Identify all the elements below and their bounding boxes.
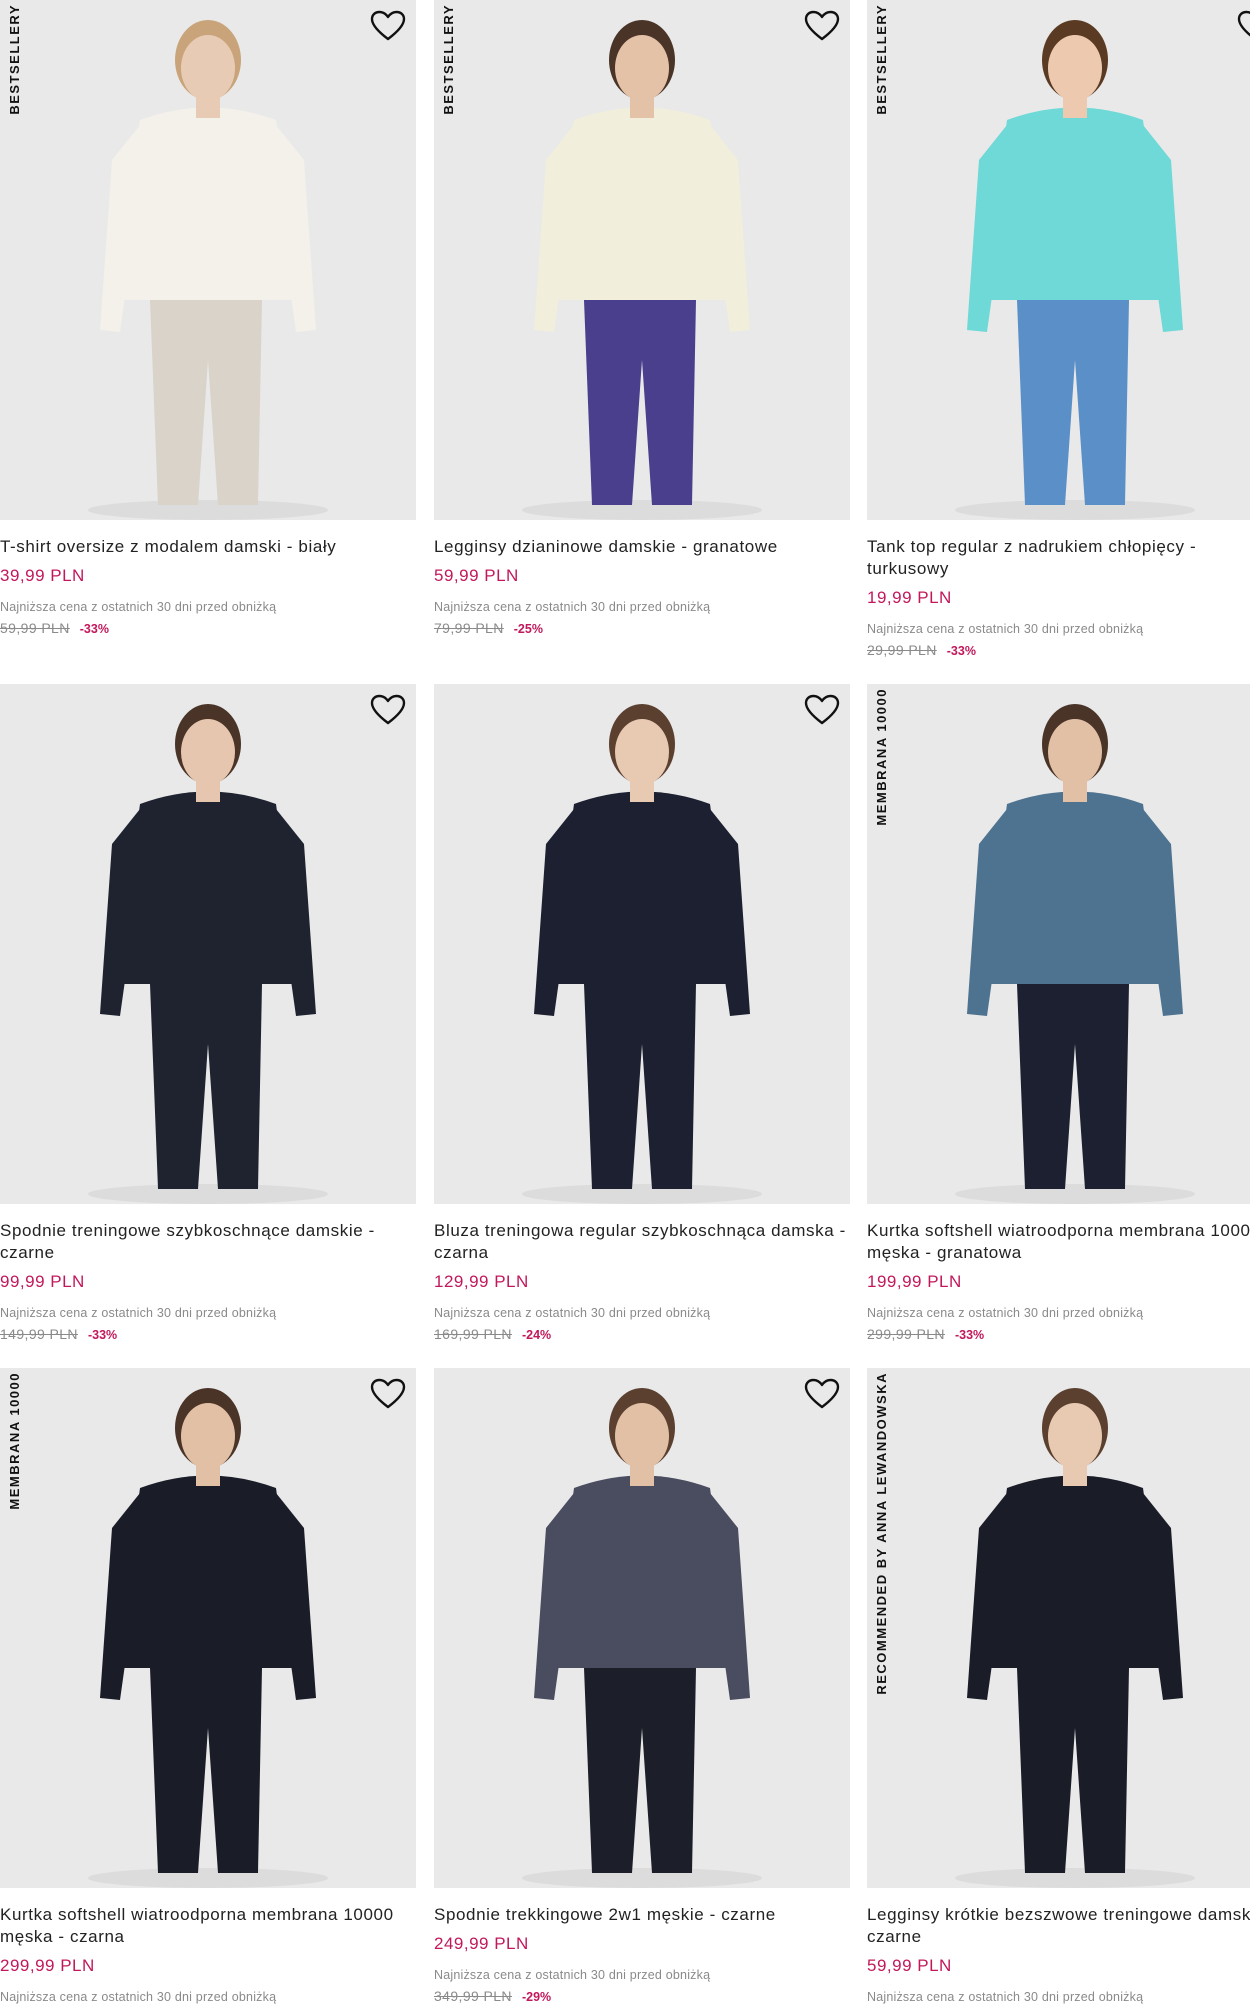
product-badge: RECOMMENDED BY ANNA LEWANDOWSKA (874, 1372, 889, 1695)
discount-badge: -24% (521, 1328, 552, 1342)
product-price: 199,99 PLN (867, 1272, 962, 1291)
product-image[interactable]: BESTSELLERY (867, 0, 1250, 520)
heart-outline-icon[interactable] (1237, 10, 1250, 42)
discount-badge: -33% (79, 622, 109, 636)
old-price: 149,99 PLN (0, 1326, 78, 1342)
product-price: 299,99 PLN (0, 1956, 95, 1975)
product-image[interactable]: BESTSELLERY (434, 0, 850, 520)
product-card[interactable]: RECOMMENDED BY ANNA LEWANDOWSKA Legginsy… (867, 1368, 1250, 2004)
model-photo (867, 684, 1250, 1204)
product-title[interactable]: Spodnie trekkingowe 2w1 męskie - czarne (434, 1904, 850, 1926)
lowest-price-note: Najniższa cena z ostatnich 30 dni przed … (0, 1990, 277, 2004)
product-image[interactable] (434, 684, 850, 1204)
model-photo (0, 0, 416, 520)
old-price-row: 149,99 PLN -33% (0, 1326, 416, 1342)
old-price: 79,99 PLN (434, 620, 504, 636)
lowest-price-note: Najniższa cena z ostatnich 30 dni przed … (434, 1306, 711, 1320)
model-photo (434, 684, 850, 1204)
product-card[interactable]: Spodnie trekkingowe 2w1 męskie - czarne … (434, 1368, 850, 2004)
product-card[interactable]: MEMBRANA 10000 Kurtka softshell wiatrood… (0, 1368, 416, 2004)
old-price-row: 299,99 PLN -33% (867, 1326, 1250, 1342)
heart-outline-icon[interactable] (804, 1378, 840, 1410)
model-photo (867, 1368, 1250, 1888)
heart-outline-icon[interactable] (804, 10, 840, 42)
product-image[interactable]: MEMBRANA 10000 (867, 684, 1250, 1204)
heart-outline-icon[interactable] (370, 1378, 406, 1410)
product-card[interactable]: BESTSELLERY Tank top regular z nadrukiem… (867, 0, 1250, 658)
lowest-price-note: Najniższa cena z ostatnich 30 dni przed … (434, 1968, 711, 1982)
product-card[interactable]: BESTSELLERY Legginsy dzianinowe damskie … (434, 0, 850, 636)
model-photo (0, 684, 416, 1204)
product-title[interactable]: Legginsy krótkie bezszwowe treningowe da… (867, 1904, 1250, 1948)
product-price: 59,99 PLN (867, 1956, 952, 1975)
lowest-price-note: Najniższa cena z ostatnich 30 dni przed … (867, 1990, 1144, 2004)
old-price-row: 349,99 PLN -29% (434, 1988, 850, 2004)
product-image[interactable]: BESTSELLERY (0, 0, 416, 520)
product-image[interactable]: RECOMMENDED BY ANNA LEWANDOWSKA (867, 1368, 1250, 1888)
old-price: 299,99 PLN (867, 1326, 945, 1342)
model-photo (867, 0, 1250, 520)
product-image[interactable] (0, 684, 416, 1204)
lowest-price-note: Najniższa cena z ostatnich 30 dni przed … (867, 1306, 1144, 1320)
old-price-row: 169,99 PLN -24% (434, 1326, 850, 1342)
product-price: 129,99 PLN (434, 1272, 529, 1291)
product-badge: MEMBRANA 10000 (7, 1372, 22, 1510)
product-title[interactable]: Bluza treningowa regular szybkoschnąca d… (434, 1220, 850, 1264)
discount-badge: -33% (946, 644, 976, 658)
lowest-price-note: Najniższa cena z ostatnich 30 dni przed … (867, 622, 1144, 636)
old-price: 59,99 PLN (0, 620, 70, 636)
product-badge: MEMBRANA 10000 (874, 688, 889, 826)
product-title[interactable]: Legginsy dzianinowe damskie - granatowe (434, 536, 850, 558)
discount-badge: -33% (87, 1328, 118, 1342)
product-title[interactable]: Kurtka softshell wiatroodporna membrana … (0, 1904, 416, 1948)
old-price: 349,99 PLN (434, 1988, 512, 2004)
product-price: 39,99 PLN (0, 566, 85, 585)
old-price-row: 59,99 PLN -33% (0, 620, 416, 636)
product-badge: BESTSELLERY (874, 4, 889, 115)
product-title[interactable]: Tank top regular z nadrukiem chłopięcy -… (867, 536, 1250, 580)
old-price: 29,99 PLN (867, 642, 937, 658)
product-card[interactable]: BESTSELLERY T-shirt oversize z modalem d… (0, 0, 416, 636)
product-card[interactable]: Spodnie treningowe szybkoschnące damskie… (0, 684, 416, 1342)
old-price: 169,99 PLN (434, 1326, 512, 1342)
model-photo (434, 0, 850, 520)
product-grid: BESTSELLERY T-shirt oversize z modalem d… (0, 0, 1250, 2014)
old-price-row: 29,99 PLN -33% (867, 642, 1250, 658)
model-photo (434, 1368, 850, 1888)
discount-badge: -25% (513, 622, 543, 636)
discount-badge: -33% (954, 1328, 985, 1342)
heart-outline-icon[interactable] (370, 694, 406, 726)
product-card[interactable]: Bluza treningowa regular szybkoschnąca d… (434, 684, 850, 1342)
product-price: 19,99 PLN (867, 588, 952, 607)
lowest-price-note: Najniższa cena z ostatnich 30 dni przed … (0, 600, 277, 614)
product-image[interactable]: MEMBRANA 10000 (0, 1368, 416, 1888)
heart-outline-icon[interactable] (370, 10, 406, 42)
product-title[interactable]: T-shirt oversize z modalem damski - biał… (0, 536, 416, 558)
product-price: 59,99 PLN (434, 566, 519, 585)
product-image[interactable] (434, 1368, 850, 1888)
heart-outline-icon[interactable] (804, 694, 840, 726)
lowest-price-note: Najniższa cena z ostatnich 30 dni przed … (0, 1306, 277, 1320)
product-card[interactable]: MEMBRANA 10000 Kurtka softshell wiatrood… (867, 684, 1250, 1342)
product-badge: BESTSELLERY (441, 4, 456, 115)
product-badge: BESTSELLERY (7, 4, 22, 115)
model-photo (0, 1368, 416, 1888)
product-price: 99,99 PLN (0, 1272, 85, 1291)
discount-badge: -29% (521, 1990, 552, 2004)
product-title[interactable]: Kurtka softshell wiatroodporna membrana … (867, 1220, 1250, 1264)
lowest-price-note: Najniższa cena z ostatnich 30 dni przed … (434, 600, 711, 614)
product-title[interactable]: Spodnie treningowe szybkoschnące damskie… (0, 1220, 416, 1264)
product-price: 249,99 PLN (434, 1934, 529, 1953)
old-price-row: 79,99 PLN -25% (434, 620, 850, 636)
